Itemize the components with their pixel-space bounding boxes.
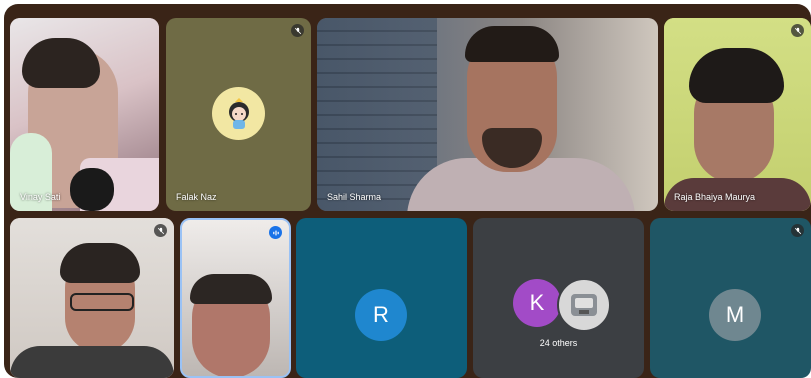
participant-tile-falak[interactable]: Falak Naz	[166, 18, 311, 211]
meet-window: Vinay Sati Falak Naz Sahil Sharma Raja B…	[0, 0, 811, 378]
profile-picture-avatar	[212, 87, 265, 140]
avatar-initial-r: R	[355, 289, 407, 341]
avatar-initial-k: K	[513, 279, 561, 327]
hair	[22, 38, 100, 88]
avatar-initial-m: M	[709, 289, 761, 341]
person-hair	[60, 243, 140, 283]
participant-tile-m[interactable]: M	[650, 218, 811, 378]
participant-tile-5[interactable]	[10, 218, 174, 378]
others-count-label: 24 others	[539, 338, 578, 348]
participant-tile-6-speaking[interactable]	[180, 218, 291, 378]
participant-name: Sahil Sharma	[327, 192, 382, 202]
participant-tile-sahil[interactable]: Sahil Sharma	[317, 18, 658, 211]
participant-tile-raja[interactable]: Raja Bhaiya Maurya	[664, 18, 811, 211]
profile-picture-avatar	[557, 278, 611, 332]
mic-muted-icon	[791, 224, 804, 237]
person-shirt	[10, 346, 174, 378]
others-tile[interactable]: K 24 others	[473, 218, 644, 378]
mic-muted-icon	[154, 224, 167, 237]
participant-name: Falak Naz	[176, 192, 217, 202]
person-hair	[465, 26, 559, 62]
participant-tile-r[interactable]: R	[296, 218, 467, 378]
speaking-indicator-icon	[269, 226, 282, 239]
mic-muted-icon	[291, 24, 304, 37]
participant-name: Raja Bhaiya Maurya	[674, 192, 756, 202]
microphone-prop	[70, 168, 114, 211]
glasses	[70, 293, 134, 311]
person-hair	[190, 274, 272, 304]
participant-name: Vinay Sati	[20, 192, 61, 202]
mic-muted-icon	[791, 24, 804, 37]
person-hair	[689, 48, 784, 103]
participant-tile-vinay[interactable]: Vinay Sati	[10, 18, 159, 211]
